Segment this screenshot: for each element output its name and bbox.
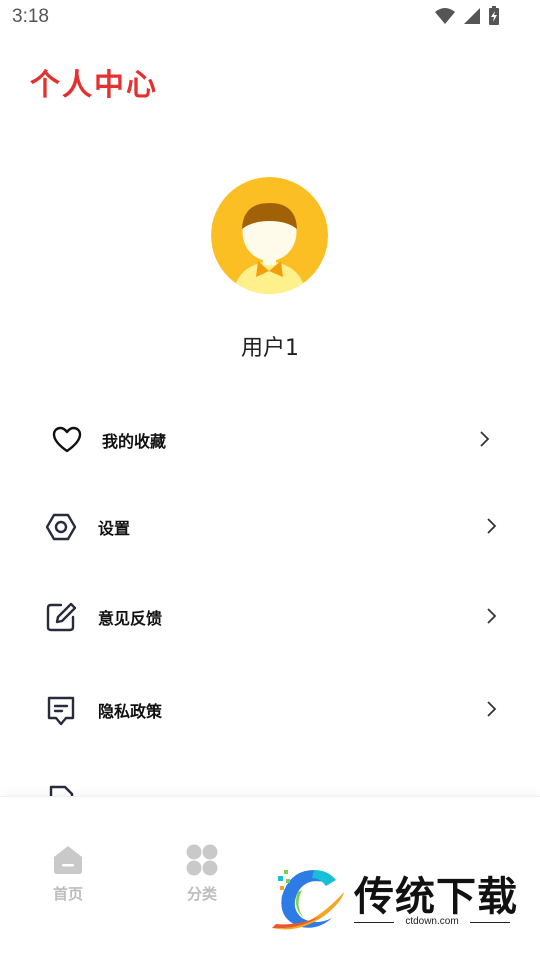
menu-item-settings[interactable]: 设置 — [0, 495, 540, 559]
avatar[interactable] — [211, 177, 328, 294]
chevron-right-icon — [484, 607, 498, 625]
menu-item-privacy[interactable]: 隐私政策 — [0, 678, 540, 742]
status-icons — [434, 6, 500, 30]
wifi-icon — [434, 6, 456, 30]
nav-label: 首页 — [52, 885, 83, 903]
menu-item-favorites[interactable]: 我的收藏 — [0, 408, 540, 472]
category-grid-icon — [185, 843, 219, 877]
signal-icon — [462, 6, 482, 30]
battery-charging-icon — [488, 6, 500, 30]
menu-item-label: 意见反馈 — [98, 609, 163, 628]
home-icon — [51, 843, 85, 877]
watermark-logo-icon — [268, 862, 350, 940]
username[interactable]: 用户1 — [0, 330, 540, 362]
edit-square-icon — [45, 601, 77, 633]
nav-label: 分类 — [186, 885, 217, 903]
menu-item-label: 设置 — [98, 519, 131, 538]
status-bar: 3:18 — [0, 0, 540, 36]
page-title: 个人中心 — [30, 68, 158, 103]
nav-category[interactable]: 分类 — [172, 843, 232, 904]
menu-item-label: 隐私政策 — [98, 702, 163, 721]
chevron-right-icon — [477, 430, 491, 448]
status-time: 3:18 — [12, 6, 49, 27]
menu-item-label: 我的收藏 — [102, 432, 167, 451]
menu-item-partial[interactable] — [45, 784, 77, 796]
heart-icon — [51, 424, 83, 456]
chevron-right-icon — [484, 517, 498, 535]
settings-hexagon-icon — [45, 511, 77, 543]
nav-home[interactable]: 首页 — [38, 843, 98, 904]
menu-item-feedback[interactable]: 意见反馈 — [0, 585, 540, 649]
watermark-url: ctdown.com — [354, 916, 510, 927]
document-message-icon — [45, 694, 77, 726]
chevron-right-icon — [484, 700, 498, 718]
watermark-text: 传统下载 — [354, 874, 518, 920]
watermark: 传统下载 ctdown.com — [268, 860, 518, 940]
